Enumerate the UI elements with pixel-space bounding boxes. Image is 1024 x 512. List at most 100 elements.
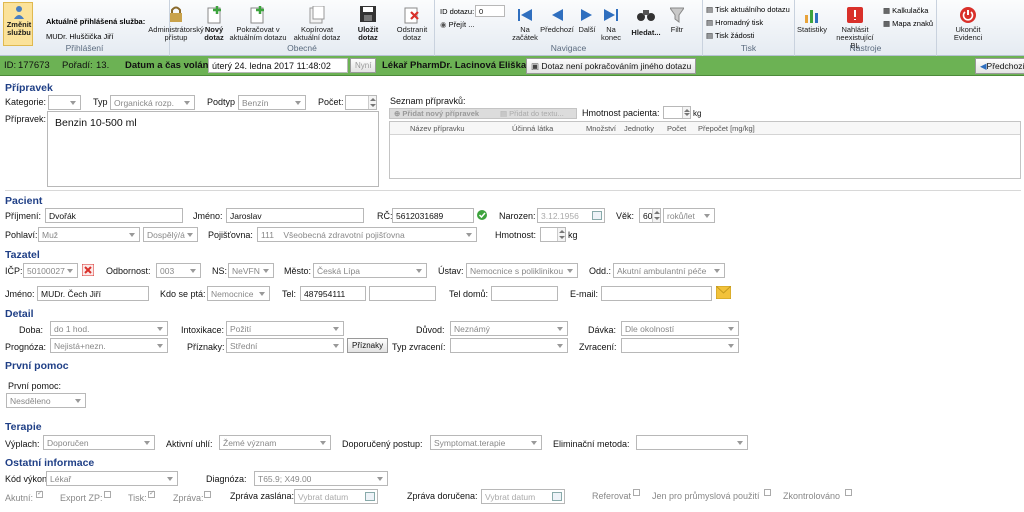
checked-checkbox[interactable]	[845, 489, 852, 496]
calendar-icon[interactable]	[365, 492, 375, 501]
tel-home-input[interactable]	[491, 286, 558, 301]
nav-start-button[interactable]: Na začátek	[510, 5, 540, 45]
surname-input[interactable]: Dvořák	[45, 208, 183, 223]
prep-weight-spinner[interactable]	[682, 107, 690, 118]
department-select[interactable]: Akutní ambulantní péče	[613, 263, 725, 278]
change-service-icon	[14, 6, 24, 19]
continue-query-button[interactable]: Pokračovat v aktuálním dotazu	[228, 2, 288, 44]
age-unit-select[interactable]: roků/let	[663, 208, 715, 223]
ns-select[interactable]: NeVFN	[228, 263, 274, 278]
sex-select[interactable]: Muž	[38, 227, 140, 242]
save-query-button[interactable]: Uložit dotaz	[352, 2, 384, 44]
nav-end-button[interactable]: Na konec	[599, 5, 623, 45]
recommended-select[interactable]: Symptomat.terapie	[430, 435, 542, 450]
report-missing-button[interactable]: Nahlásit neexistující BL	[831, 5, 879, 50]
calendar-icon[interactable]	[552, 492, 562, 501]
report-checkbox[interactable]	[204, 491, 211, 498]
insurance-code: 111	[261, 230, 274, 240]
not-continued-button[interactable]: ▣ Dotaz není pokračováním jiného dotazu	[526, 58, 697, 74]
search-button[interactable]: Hledat...	[627, 5, 665, 45]
tel-extra-input[interactable]	[369, 286, 436, 301]
filter-button[interactable]: Filtr	[663, 5, 691, 45]
born-input[interactable]: 3.12.1956	[537, 208, 605, 223]
nav-prev-button[interactable]: Předchozí	[539, 5, 575, 45]
prep-list-label: Seznam přípravků:	[390, 96, 466, 106]
print-current-button[interactable]: ▤ Tisk aktuálního dotazu	[706, 5, 790, 14]
charmap-button[interactable]: ▦ Mapa znaků	[883, 19, 933, 28]
elimination-select[interactable]	[636, 435, 748, 450]
category-label: Kategorie:	[5, 97, 47, 107]
age-group-select[interactable]: Dospělý/á	[143, 227, 198, 242]
prep-weight-input[interactable]	[663, 106, 691, 119]
reason-label: Důvod:	[416, 325, 445, 335]
rc-input[interactable]: 5612031689	[392, 208, 474, 223]
export-checkbox[interactable]	[104, 491, 111, 498]
code-select[interactable]: Lékař	[46, 471, 178, 486]
count-input[interactable]	[345, 95, 377, 110]
datetime-field[interactable]: úterý 24. ledna 2017 11:48:02	[208, 58, 348, 73]
calendar-icon[interactable]	[592, 211, 602, 220]
insurance-select[interactable]: 111 Všeobecná zdravotní pojišťovna	[257, 227, 477, 242]
now-button[interactable]: Nyní	[350, 58, 377, 73]
count-spinner[interactable]	[368, 96, 376, 109]
symptoms-select[interactable]: Střední	[226, 338, 344, 353]
statistics-button[interactable]: Statistiky	[795, 5, 829, 45]
change-service-button[interactable]: Změnit službu	[3, 2, 33, 46]
acute-label: Akutní:	[5, 493, 34, 503]
copy-query-icon	[309, 6, 325, 24]
from-where-select[interactable]: Nemocnice	[207, 286, 270, 301]
copy-query-button[interactable]: Kopírovat aktuální dotaz	[288, 2, 346, 44]
prep-textarea[interactable]: Benzin 10-500 ml	[47, 111, 379, 187]
lavage-select[interactable]: Doporučen	[43, 435, 155, 450]
add-to-text-button[interactable]: ▤ Přidat do textu...	[500, 109, 564, 118]
add-new-prep-button[interactable]: ⊕ Přidat nový přípravek	[394, 109, 479, 118]
diagnosis-select[interactable]: T65.9; X49.00	[254, 471, 388, 486]
icp-label: IČP:	[5, 266, 23, 276]
envelope-icon[interactable]	[716, 286, 731, 299]
tel-input[interactable]: 487954111	[300, 286, 366, 301]
weight-input[interactable]	[540, 227, 566, 242]
institution-select[interactable]: Nemocnice s poliklinikou	[466, 263, 578, 278]
email-input[interactable]	[601, 286, 712, 301]
rc-label: RČ:	[377, 211, 393, 221]
subtype-select[interactable]: Benzín	[238, 95, 306, 110]
intox-select[interactable]: Požití	[226, 321, 344, 336]
print-request-button[interactable]: ▤ Tisk žádosti	[706, 31, 754, 40]
type-select[interactable]: Organická rozp.	[110, 95, 195, 110]
delete-query-button[interactable]: Odstranit dotaz	[392, 2, 432, 44]
new-query-button[interactable]: Nový dotaz	[200, 2, 228, 44]
patient-name-input[interactable]: Jaroslav	[226, 208, 364, 223]
print-checkbox[interactable]	[148, 489, 155, 498]
sent-date-input[interactable]: Vybrat datum	[294, 489, 378, 504]
symptoms-button[interactable]: Příznaky	[347, 338, 389, 353]
icp-select[interactable]: 50100027	[23, 263, 78, 278]
time-select[interactable]: do 1 hod.	[50, 321, 168, 336]
first-aid-select[interactable]: Nesděleno	[6, 393, 86, 408]
save-query-label: Uložit dotaz	[357, 25, 379, 42]
goto-link[interactable]: ◉ Přejít ...	[440, 20, 474, 29]
nav-next-button[interactable]: Další	[575, 5, 599, 45]
age-spinner[interactable]	[652, 209, 660, 222]
vomit-select[interactable]	[621, 338, 739, 353]
age-input[interactable]: 60	[639, 208, 661, 223]
reason-select[interactable]: Neznámý	[450, 321, 568, 336]
category-select[interactable]	[48, 95, 81, 110]
calculator-button[interactable]: ▦ Kalkulačka	[883, 6, 928, 15]
charcoal-select[interactable]: Žemé význam	[219, 435, 331, 450]
previous-record-button[interactable]: ◀Předchozí	[975, 58, 1024, 74]
clear-icp-icon[interactable]	[82, 264, 94, 276]
prognosis-select[interactable]: Nejistá+nezn.	[50, 338, 168, 353]
query-id-input[interactable]: 0	[475, 5, 505, 17]
received-date-input[interactable]: Vybrat datum	[481, 489, 565, 504]
industrial-checkbox[interactable]	[764, 489, 771, 496]
caller-name-input[interactable]: MUDr. Čech Jiří	[37, 286, 149, 301]
weight-spinner[interactable]	[557, 228, 565, 241]
city-select[interactable]: Česká Lípa	[313, 263, 427, 278]
exit-button[interactable]: Ukončit Evidenci	[946, 5, 990, 45]
expertise-select[interactable]: 003	[156, 263, 201, 278]
print-bulk-button[interactable]: ▤ Hromadný tisk	[706, 18, 763, 27]
vomit-type-select[interactable]	[450, 338, 568, 353]
dose-select[interactable]: Dle okolností	[621, 321, 739, 336]
acute-checkbox[interactable]	[36, 489, 43, 498]
referral-checkbox[interactable]	[633, 489, 640, 496]
